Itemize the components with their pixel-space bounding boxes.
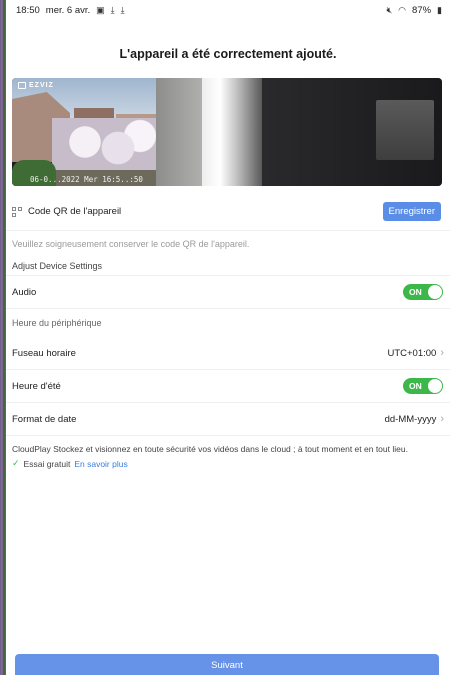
date-format-label: Format de date <box>12 413 77 425</box>
dst-toggle[interactable]: ON <box>403 378 443 394</box>
audio-toggle[interactable]: ON <box>403 284 443 300</box>
date-format-value: dd-MM-yyyy <box>384 413 437 425</box>
status-bar: 18:50 mer. 6 avr. ▣ ⤓ ⤓ 🔇︎ ◠ 87% ▮ <box>6 0 450 20</box>
timezone-value: UTC+01:00 <box>387 347 437 359</box>
chevron-right-icon: › <box>440 347 444 359</box>
chevron-right-icon: › <box>440 413 444 425</box>
battery-level: 87% <box>412 4 432 16</box>
app-screen: 18:50 mer. 6 avr. ▣ ⤓ ⤓ 🔇︎ ◠ 87% ▮ L'app… <box>6 0 450 675</box>
learn-more-link[interactable]: En savoir plus <box>74 459 127 469</box>
checkmark-icon[interactable]: ✓ <box>12 458 20 469</box>
timezone-row[interactable]: Fuseau horaire UTC+01:00 › <box>6 337 450 370</box>
audio-row: Audio ON <box>6 276 450 309</box>
free-trial-row[interactable]: ✓ Essai gratuit En savoir plus <box>6 458 450 469</box>
download-icon: ⤓ <box>120 4 125 15</box>
brand-logo: EZVIZ <box>18 82 54 89</box>
next-button[interactable]: Suivant <box>15 654 439 675</box>
qr-code-label: Code QR de l'appareil <box>28 206 122 217</box>
date-format-row[interactable]: Format de date dd-MM-yyyy › <box>6 403 450 436</box>
download-icon: ⤓ <box>110 4 115 15</box>
preview-timestamp: 06-0...2022 Mer 16:5..:50 <box>30 175 143 184</box>
save-qr-button[interactable]: Enregistrer <box>382 202 441 221</box>
status-bar-left: 18:50 mer. 6 avr. ▣ ⤓ ⤓ <box>16 5 125 16</box>
status-date: mer. 6 avr. <box>45 4 91 16</box>
status-bar-right: 🔇︎ ◠ 87% ▮ <box>387 5 443 16</box>
timezone-label: Fuseau horaire <box>12 347 76 359</box>
cloudplay-description: CloudPlay Stockez et visionnez en toute … <box>12 444 408 454</box>
dst-label: Heure d'été <box>12 380 61 392</box>
status-time: 18:50 <box>16 4 40 16</box>
qr-code-row: Code QR de l'appareil Enregistrer <box>6 193 450 231</box>
page-title: L'appareil a été correctement ajouté. <box>119 47 337 61</box>
qr-note: Veuillez soigneusement conserver le code… <box>12 239 250 249</box>
qr-code-icon <box>12 206 22 217</box>
camera-logo-icon <box>18 82 26 89</box>
free-trial-label: Essai gratuit <box>23 458 71 469</box>
wifi-icon: ◠ <box>398 4 407 15</box>
audio-label: Audio <box>12 286 37 298</box>
battery-icon: ▮ <box>437 4 442 15</box>
camera-preview: EZVIZ 06-0...2022 Mer 16:5..:50 <box>12 78 442 186</box>
dst-row: Heure d'été ON <box>6 370 450 403</box>
device-time-section-title: Heure du périphérique <box>12 318 102 328</box>
mute-icon: 🔇︎ <box>386 4 393 15</box>
gallery-icon: ▣ <box>96 4 105 15</box>
settings-section-title: Adjust Device Settings <box>6 256 450 276</box>
